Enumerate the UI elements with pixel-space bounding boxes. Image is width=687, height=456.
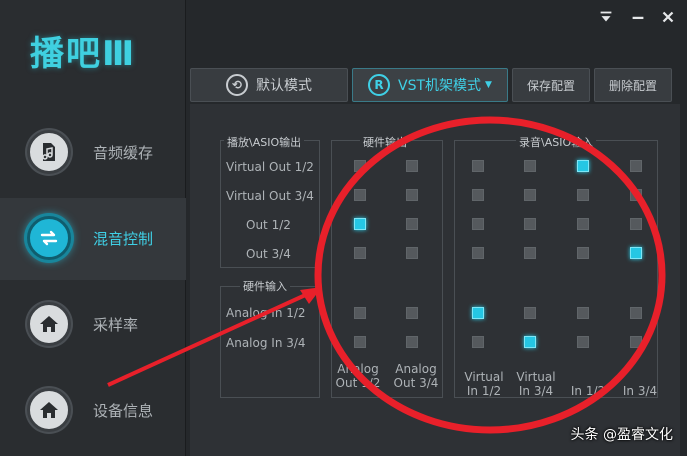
record-route-cell[interactable] <box>577 247 589 259</box>
record-route-cell[interactable] <box>630 189 642 201</box>
record-route-cell[interactable] <box>577 218 589 230</box>
home-icon <box>27 302 71 346</box>
col-label: In 3/4 <box>622 384 658 398</box>
row-label: Virtual Out 3/4 <box>226 189 314 203</box>
sidebar-item-audio-buffer[interactable]: 音频缓存 <box>0 112 186 194</box>
sidebar-item-label: 采样率 <box>93 316 139 334</box>
mixer-matrix: 播放\ASIO输出 硬件输入 硬件输出 录音\ASIO输入 Virtual Ou… <box>190 104 680 456</box>
sidebar-item-mix-control[interactable]: 混音控制 <box>0 198 186 280</box>
swap-arrows-icon <box>27 216 71 260</box>
sidebar-item-sample-rate[interactable]: 采样率 <box>0 284 186 366</box>
tab-vst-rack-mode[interactable]: R VST机架模式 ▼ <box>352 68 508 102</box>
refresh-icon: ⟲ <box>226 74 248 96</box>
record-route-cell[interactable] <box>630 160 642 172</box>
record-route-cell[interactable] <box>472 189 484 201</box>
hw-output-route-cell[interactable] <box>406 247 418 259</box>
col-label: Virtual In 1/2 <box>464 370 504 398</box>
close-icon[interactable] <box>658 8 678 28</box>
record-route-cell[interactable] <box>577 307 589 319</box>
sidebar-item-label: 音频缓存 <box>93 144 154 162</box>
tab-label: VST机架模式 <box>398 78 482 94</box>
app-window: 播吧Ⅲ 音频缓存 混音控制 采样率 设备信息 ⟲ 默认模式 R VST机架模式 … <box>0 0 687 456</box>
record-route-cell[interactable] <box>524 247 536 259</box>
hw-input-title: 硬件输入 <box>240 278 290 294</box>
hw-output-route-cell[interactable] <box>406 160 418 172</box>
sidebar: 播吧Ⅲ 音频缓存 混音控制 采样率 设备信息 <box>0 0 186 456</box>
record-route-cell[interactable] <box>630 336 642 348</box>
record-route-cell[interactable] <box>630 247 642 259</box>
playback-title: 播放\ASIO输出 <box>224 134 305 150</box>
watermark: 头条 @盈睿文化 <box>570 427 673 443</box>
row-label: Virtual Out 1/2 <box>226 160 314 174</box>
music-file-icon <box>27 130 71 174</box>
record-route-cell[interactable] <box>524 218 536 230</box>
sidebar-item-label: 设备信息 <box>93 402 154 420</box>
tab-label: 默认模式 <box>256 78 312 94</box>
record-route-cell[interactable] <box>524 307 536 319</box>
hw-output-route-cell[interactable] <box>354 307 366 319</box>
hw-output-title: 硬件输出 <box>360 134 410 150</box>
tab-label: 删除配置 <box>608 78 657 93</box>
col-label: Analog Out 3/4 <box>393 362 439 390</box>
record-route-cell[interactable] <box>524 336 536 348</box>
registered-icon: R <box>368 74 391 96</box>
delete-config-button[interactable]: 删除配置 <box>594 68 672 102</box>
col-label: In 1/2 <box>570 384 606 398</box>
menu-icon[interactable] <box>596 8 616 28</box>
save-config-button[interactable]: 保存配置 <box>512 68 590 102</box>
record-route-cell[interactable] <box>472 247 484 259</box>
row-label: Out 3/4 <box>246 247 291 261</box>
record-route-cell[interactable] <box>577 189 589 201</box>
hw-output-route-cell[interactable] <box>354 189 366 201</box>
record-route-cell[interactable] <box>472 336 484 348</box>
app-logo: 播吧Ⅲ <box>30 34 137 74</box>
hw-output-route-cell[interactable] <box>354 160 366 172</box>
sidebar-item-device-info[interactable]: 设备信息 <box>0 370 186 452</box>
hw-output-route-cell[interactable] <box>406 307 418 319</box>
row-label: Analog In 3/4 <box>226 336 306 350</box>
hw-output-box <box>331 140 443 398</box>
home-icon <box>27 388 71 432</box>
chevron-down-icon: ▼ <box>485 80 492 90</box>
record-title: 录音\ASIO输入 <box>516 134 597 150</box>
hw-output-route-cell[interactable] <box>406 218 418 230</box>
hw-output-route-cell[interactable] <box>406 336 418 348</box>
tab-default-mode[interactable]: ⟲ 默认模式 <box>190 68 348 102</box>
col-label: Analog Out 1/2 <box>335 362 381 390</box>
col-label: Virtual In 3/4 <box>516 370 556 398</box>
record-route-cell[interactable] <box>472 160 484 172</box>
record-route-cell[interactable] <box>524 189 536 201</box>
tab-label: 保存配置 <box>526 78 575 93</box>
record-route-cell[interactable] <box>472 307 484 319</box>
record-route-cell[interactable] <box>577 336 589 348</box>
hw-output-route-cell[interactable] <box>354 218 366 230</box>
minimize-icon[interactable] <box>628 8 648 28</box>
row-label: Analog In 1/2 <box>226 306 306 320</box>
sidebar-item-label: 混音控制 <box>93 230 154 248</box>
mode-tabs: ⟲ 默认模式 R VST机架模式 ▼ 保存配置 删除配置 <box>190 68 680 102</box>
record-route-cell[interactable] <box>577 160 589 172</box>
record-route-cell[interactable] <box>630 307 642 319</box>
record-box <box>454 140 658 398</box>
row-label: Out 1/2 <box>246 218 291 232</box>
hw-output-route-cell[interactable] <box>354 336 366 348</box>
record-route-cell[interactable] <box>472 218 484 230</box>
record-route-cell[interactable] <box>524 160 536 172</box>
hw-output-route-cell[interactable] <box>354 247 366 259</box>
record-route-cell[interactable] <box>630 218 642 230</box>
hw-output-route-cell[interactable] <box>406 189 418 201</box>
